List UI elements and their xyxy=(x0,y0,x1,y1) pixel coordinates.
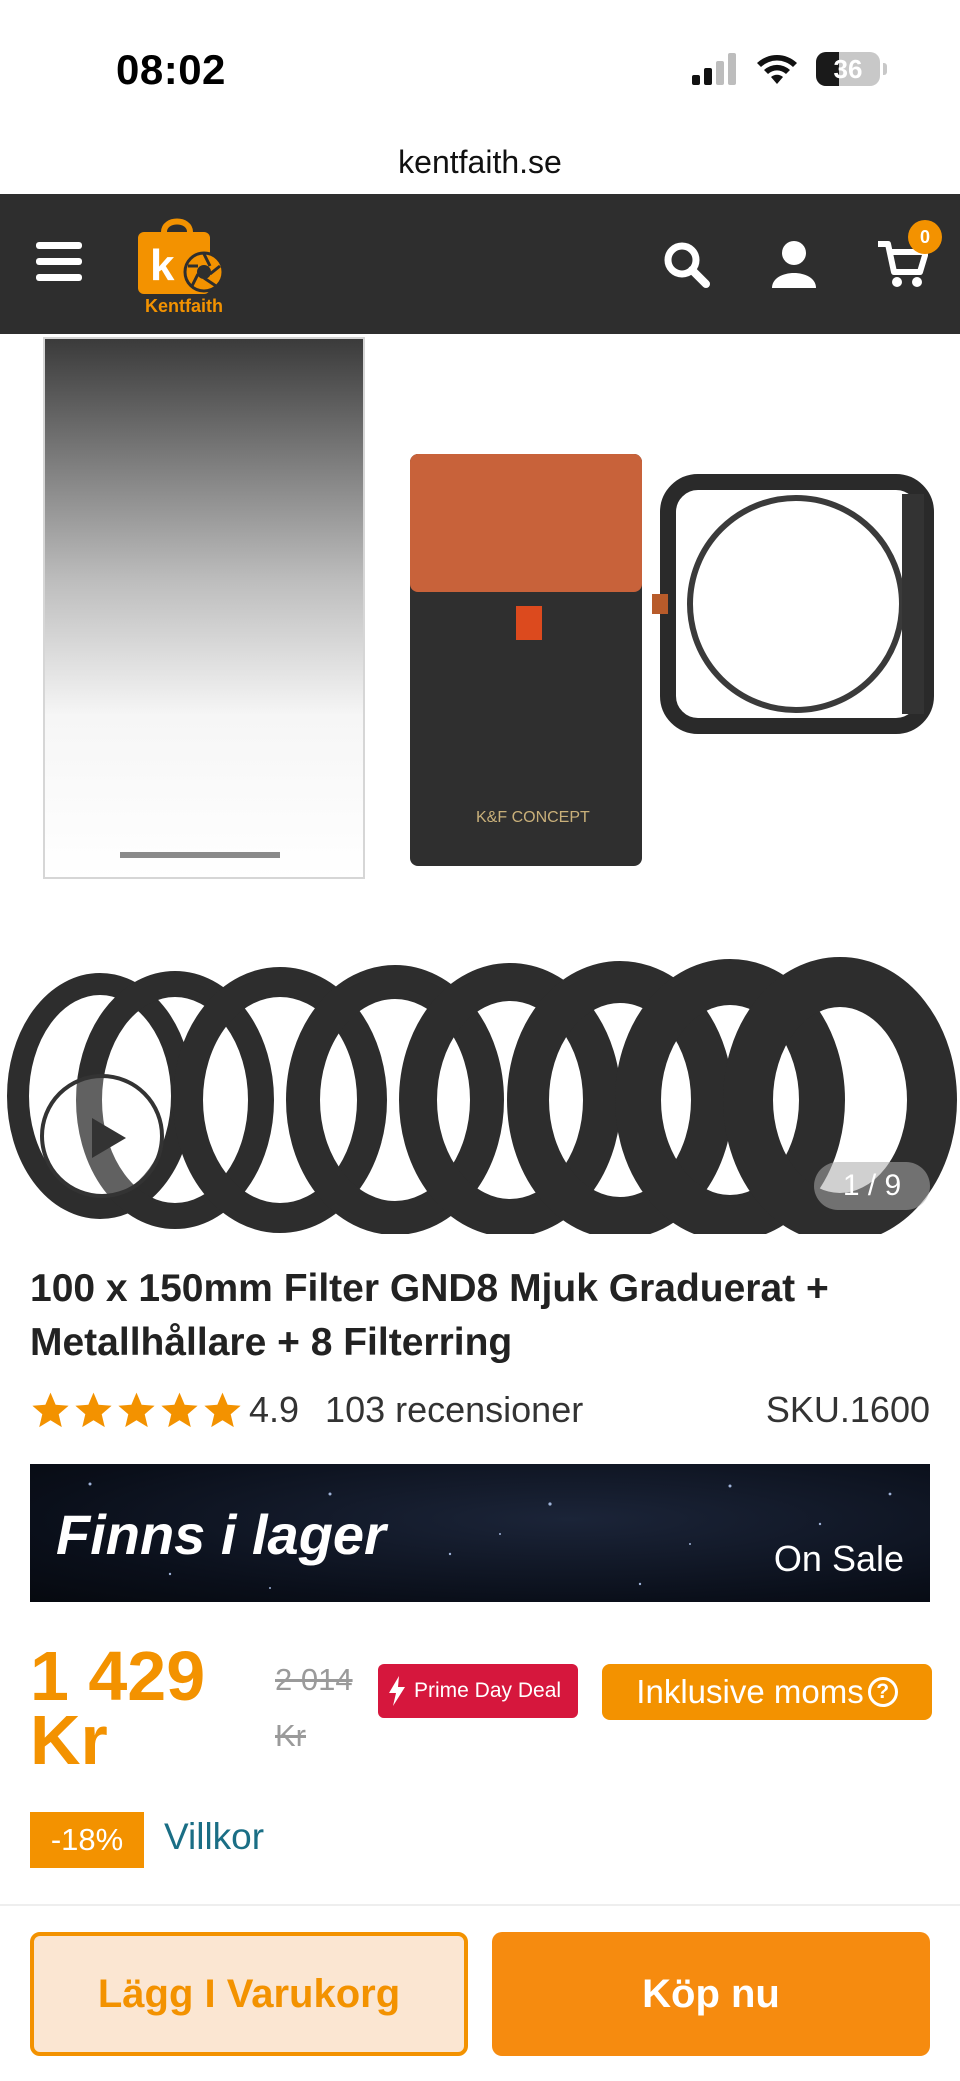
question-mark-icon[interactable]: ? xyxy=(867,1677,898,1707)
status-bar: 08:02 36 xyxy=(0,0,960,130)
svg-text:k: k xyxy=(150,241,175,290)
bottom-action-bar: Lägg I Varukorg Köp nu xyxy=(0,1904,960,2081)
menu-icon[interactable] xyxy=(36,242,82,282)
stock-banner: Finns i lager On Sale xyxy=(30,1464,930,1602)
rating-row: 4.9 103 recensioner SKU.1600 xyxy=(30,1382,930,1438)
battery-icon: 36 xyxy=(816,52,887,86)
play-video-button[interactable] xyxy=(40,1074,164,1198)
star-icon xyxy=(32,1392,69,1427)
svg-text:K&F CONCEPT: K&F CONCEPT xyxy=(476,809,590,826)
product-image-gallery[interactable]: K&F CONCEPT 1 / 9 xyxy=(0,334,960,1234)
reviews-link[interactable]: 103 recensioner xyxy=(325,1389,583,1431)
star-icon xyxy=(161,1392,198,1427)
sale-tag: On Sale xyxy=(773,1538,904,1579)
stock-status: Finns i lager xyxy=(56,1503,386,1566)
status-time: 08:02 xyxy=(116,46,226,93)
current-price-unit: Kr xyxy=(30,1701,108,1779)
signal-icon xyxy=(692,53,736,85)
battery-level: 36 xyxy=(833,53,863,84)
logo-text: Kentfaith xyxy=(145,296,223,316)
original-price-unit: Kr xyxy=(275,1718,306,1753)
price-row: 1 429 Kr 2 014 Kr Prime Day Deal Inklusi… xyxy=(30,1637,940,1784)
search-icon[interactable] xyxy=(660,238,712,290)
url-bar[interactable]: kentfaith.se xyxy=(0,130,960,194)
vat-label: Inklusive moms xyxy=(636,1673,864,1710)
prime-day-label: Prime Day Deal xyxy=(414,1679,562,1702)
cart-count-badge: 0 xyxy=(908,220,942,254)
original-price-amount: 2 014 xyxy=(275,1662,353,1697)
star-icon xyxy=(118,1392,155,1427)
sku: SKU.1600 xyxy=(765,1389,930,1430)
shopping-bag-icon: k xyxy=(138,218,225,294)
rating-value: 4.9 xyxy=(249,1389,300,1430)
discount-badge: -18% xyxy=(30,1812,144,1868)
vat-info-badge[interactable]: Inklusive moms ? xyxy=(602,1664,932,1720)
status-icons: 36 xyxy=(692,52,887,86)
image-counter: 1 / 9 xyxy=(814,1162,930,1210)
wifi-icon xyxy=(757,55,797,84)
lightning-icon xyxy=(389,1676,405,1706)
star-rating xyxy=(30,1390,243,1431)
add-to-cart-button[interactable]: Lägg I Varukorg xyxy=(30,1932,468,2056)
terms-link[interactable]: Villkor xyxy=(164,1816,264,1858)
buy-now-button[interactable]: Köp nu xyxy=(492,1932,930,2056)
star-icon xyxy=(204,1392,241,1427)
current-price-amount: 1 429 xyxy=(30,1637,206,1715)
user-icon[interactable] xyxy=(768,238,820,290)
kentfaith-logo[interactable]: k Kentfaith xyxy=(134,214,234,324)
current-price: 1 429 Kr xyxy=(30,1637,206,1779)
cart-button[interactable]: 0 xyxy=(876,220,942,290)
prime-day-badge: Prime Day Deal xyxy=(378,1664,578,1718)
star-icon xyxy=(75,1392,112,1427)
site-header: k Kentfaith 0 xyxy=(0,194,960,334)
original-price: 2 014 Kr xyxy=(275,1652,353,1764)
product-title: 100 x 150mm Filter GND8 Mjuk Graduerat +… xyxy=(30,1267,829,1364)
